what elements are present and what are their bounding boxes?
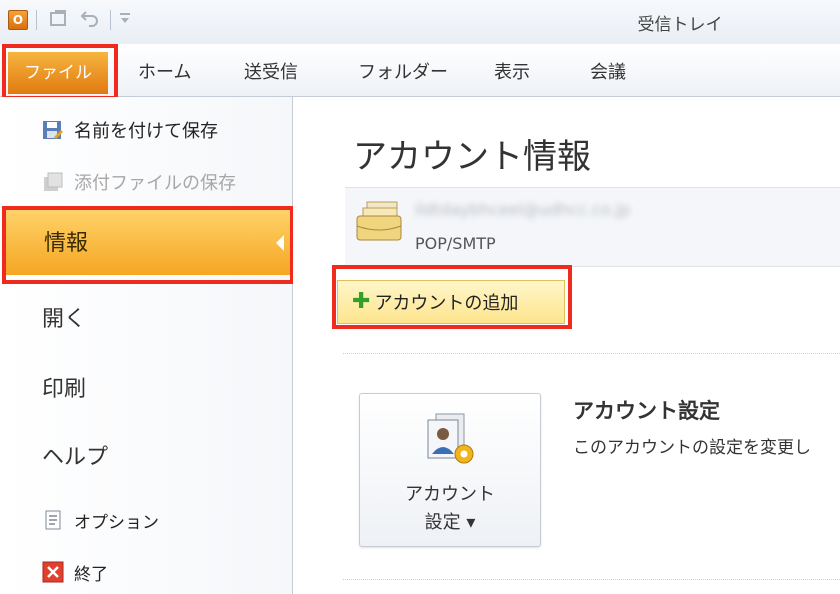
section-divider — [343, 579, 840, 580]
save-as-label: 名前を付けて保存 — [74, 121, 218, 142]
qat-separator — [36, 10, 37, 30]
highlight-box-file-tab — [2, 44, 118, 100]
tab-home[interactable]: ホーム — [138, 52, 191, 94]
options-label: オプション — [74, 512, 159, 533]
exit-command[interactable]: 終了 — [42, 557, 108, 587]
page-title: アカウント情報 — [353, 137, 591, 177]
mail-account-icon — [353, 200, 407, 248]
backstage-nav: 名前を付けて保存 添付ファイルの保存 情報 開く 印刷 ヘルプ オプション 終了 — [0, 97, 293, 594]
account-settings-button-label-2: 設定 ▾ — [424, 512, 476, 533]
customize-qat-icon[interactable] — [118, 8, 132, 35]
title-bar: O 受信トレイ — [0, 0, 840, 44]
outlook-app-icon[interactable]: O — [8, 10, 28, 30]
nav-tab-help[interactable]: ヘルプ — [42, 439, 108, 471]
account-email: lldtdaybhceel@udhcc.co.jp — [415, 200, 631, 219]
window-title: 受信トレイ — [637, 15, 723, 35]
exit-icon — [42, 561, 64, 583]
options-icon — [42, 509, 64, 531]
tab-meeting[interactable]: 会議 — [590, 52, 626, 94]
save-attachments-command: 添付ファイルの保存 — [42, 167, 236, 197]
save-as-command[interactable]: 名前を付けて保存 — [42, 115, 218, 145]
tab-view[interactable]: 表示 — [494, 52, 530, 94]
highlight-box-add-account — [332, 265, 572, 329]
account-settings-button-label-1: アカウント — [405, 484, 495, 505]
qat-separator — [110, 10, 111, 30]
account-settings-heading: アカウント設定 — [573, 399, 720, 423]
save-attachments-label: 添付ファイルの保存 — [74, 173, 236, 194]
undo-icon[interactable] — [80, 8, 100, 34]
nav-tab-open[interactable]: 開く — [42, 301, 86, 333]
tab-send-receive[interactable]: 送受信 — [244, 52, 298, 94]
ribbon-tab-bar: ファイル ホーム 送受信 フォルダー 表示 会議 — [0, 44, 840, 97]
save-attachments-icon — [42, 171, 64, 193]
account-settings-button[interactable]: アカウント 設定 ▾ — [359, 393, 541, 547]
send-receive-icon[interactable] — [48, 8, 70, 36]
save-as-icon — [42, 119, 64, 141]
exit-label: 終了 — [74, 564, 108, 585]
account-settings-description: このアカウントの設定を変更し — [573, 438, 811, 458]
section-divider — [343, 353, 840, 354]
account-type: POP/SMTP — [415, 234, 496, 253]
options-command[interactable]: オプション — [42, 505, 159, 535]
highlight-box-info-tab — [2, 206, 294, 284]
tab-folder[interactable]: フォルダー — [358, 52, 448, 94]
account-selector[interactable]: lldtdaybhceel@udhcc.co.jp POP/SMTP — [345, 187, 840, 267]
info-pane: アカウント情報 lldtdaybhceel@udhcc.co.jp POP/SM… — [293, 97, 840, 594]
nav-tab-print[interactable]: 印刷 — [42, 371, 86, 403]
account-settings-icon — [422, 412, 480, 470]
